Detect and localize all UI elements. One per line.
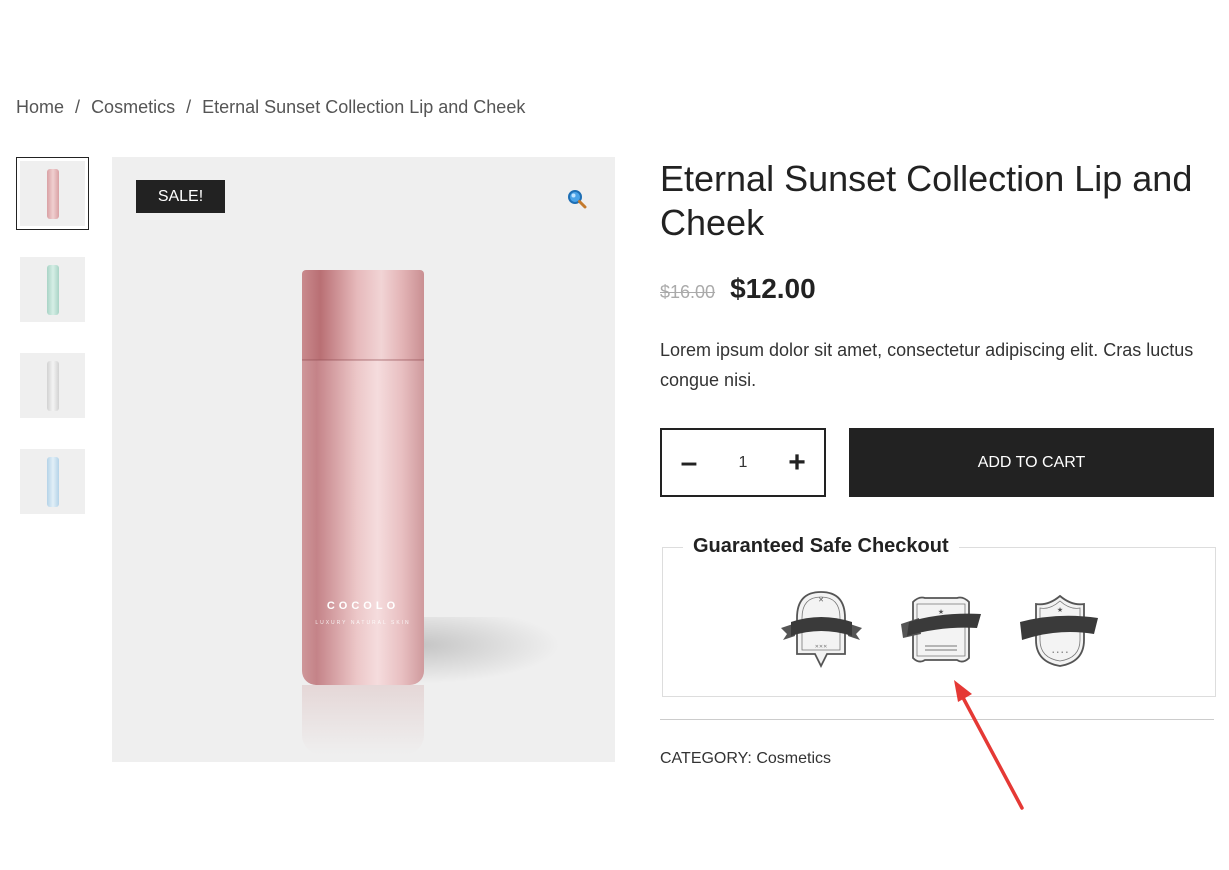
sale-badge: SALE! (136, 180, 225, 213)
add-to-cart-button[interactable]: ADD TO CART (849, 428, 1214, 497)
safe-checkout-box: Guaranteed Safe Checkout ✕ ✕✕✕ ★ ★ • • •… (662, 535, 1216, 697)
svg-text:✕: ✕ (818, 596, 824, 604)
svg-text:✕✕✕: ✕✕✕ (815, 644, 828, 650)
bottle-brand-subtitle: LUXURY NATURAL SKIN (315, 620, 411, 626)
sale-price: $12.00 (730, 273, 816, 304)
main-product-image[interactable]: SALE! COCOLO LUXURY NATURAL SKIN (112, 157, 615, 762)
svg-text:★: ★ (938, 608, 944, 616)
category-label: CATEGORY: (660, 750, 752, 767)
pink-bottle-thumb-image (46, 168, 59, 219)
thumbnail-2[interactable] (16, 253, 89, 326)
quantity-stepper: – + (660, 428, 826, 497)
thumbnail-1[interactable] (16, 157, 89, 230)
decrease-quantity-button[interactable]: – (676, 447, 702, 478)
old-price: $16.00 (660, 282, 716, 302)
blue-bottle-thumb-image (46, 456, 59, 507)
thumbnail-4[interactable] (16, 445, 89, 518)
breadcrumb-cosmetics-link[interactable]: Cosmetics (91, 97, 175, 117)
bottle-reflection (302, 685, 424, 755)
safe-checkout-title: Guaranteed Safe Checkout (683, 535, 959, 558)
breadcrumb-separator: / (75, 97, 81, 117)
breadcrumb-current: Eternal Sunset Collection Lip and Cheek (202, 97, 526, 117)
thumbnail-list (16, 157, 89, 541)
breadcrumb: Home / Cosmetics / Eternal Sunset Collec… (16, 97, 525, 118)
divider (660, 719, 1214, 720)
price-row: $16.00 $12.00 (660, 273, 816, 305)
breadcrumb-home-link[interactable]: Home (16, 97, 64, 117)
breadcrumb-separator: / (186, 97, 192, 117)
bottle-brand-label: COCOLO (326, 600, 400, 612)
magnifier-icon[interactable] (567, 189, 587, 209)
svg-text:★: ★ (1057, 606, 1063, 614)
quantity-input[interactable] (723, 453, 763, 472)
frame-ribbon-badge-icon: ★ (899, 588, 984, 673)
crest-ribbon-badge-icon: ★ • • • • (1018, 588, 1103, 673)
annotation-arrow (954, 680, 1024, 810)
category-link[interactable]: Cosmetics (756, 750, 831, 767)
shield-ribbon-badge-icon: ✕ ✕✕✕ (779, 588, 864, 673)
increase-quantity-button[interactable]: + (784, 447, 810, 478)
bottle-body (302, 360, 424, 685)
thumbnail-3[interactable] (16, 349, 89, 422)
product-title: Eternal Sunset Collection Lip and Cheek (660, 158, 1193, 243)
mint-bottle-thumb-image (46, 264, 59, 315)
white-bottle-thumb-image (46, 360, 59, 411)
bottle-cap (302, 270, 424, 360)
bottle-cap-seam (302, 359, 424, 361)
product-description: Lorem ipsum dolor sit amet, consectetur … (660, 340, 1194, 390)
product-bottle: COCOLO LUXURY NATURAL SKIN (302, 270, 424, 685)
product-category: CATEGORY: Cosmetics (660, 750, 831, 768)
svg-text:• • • •: • • • • (1052, 650, 1069, 656)
